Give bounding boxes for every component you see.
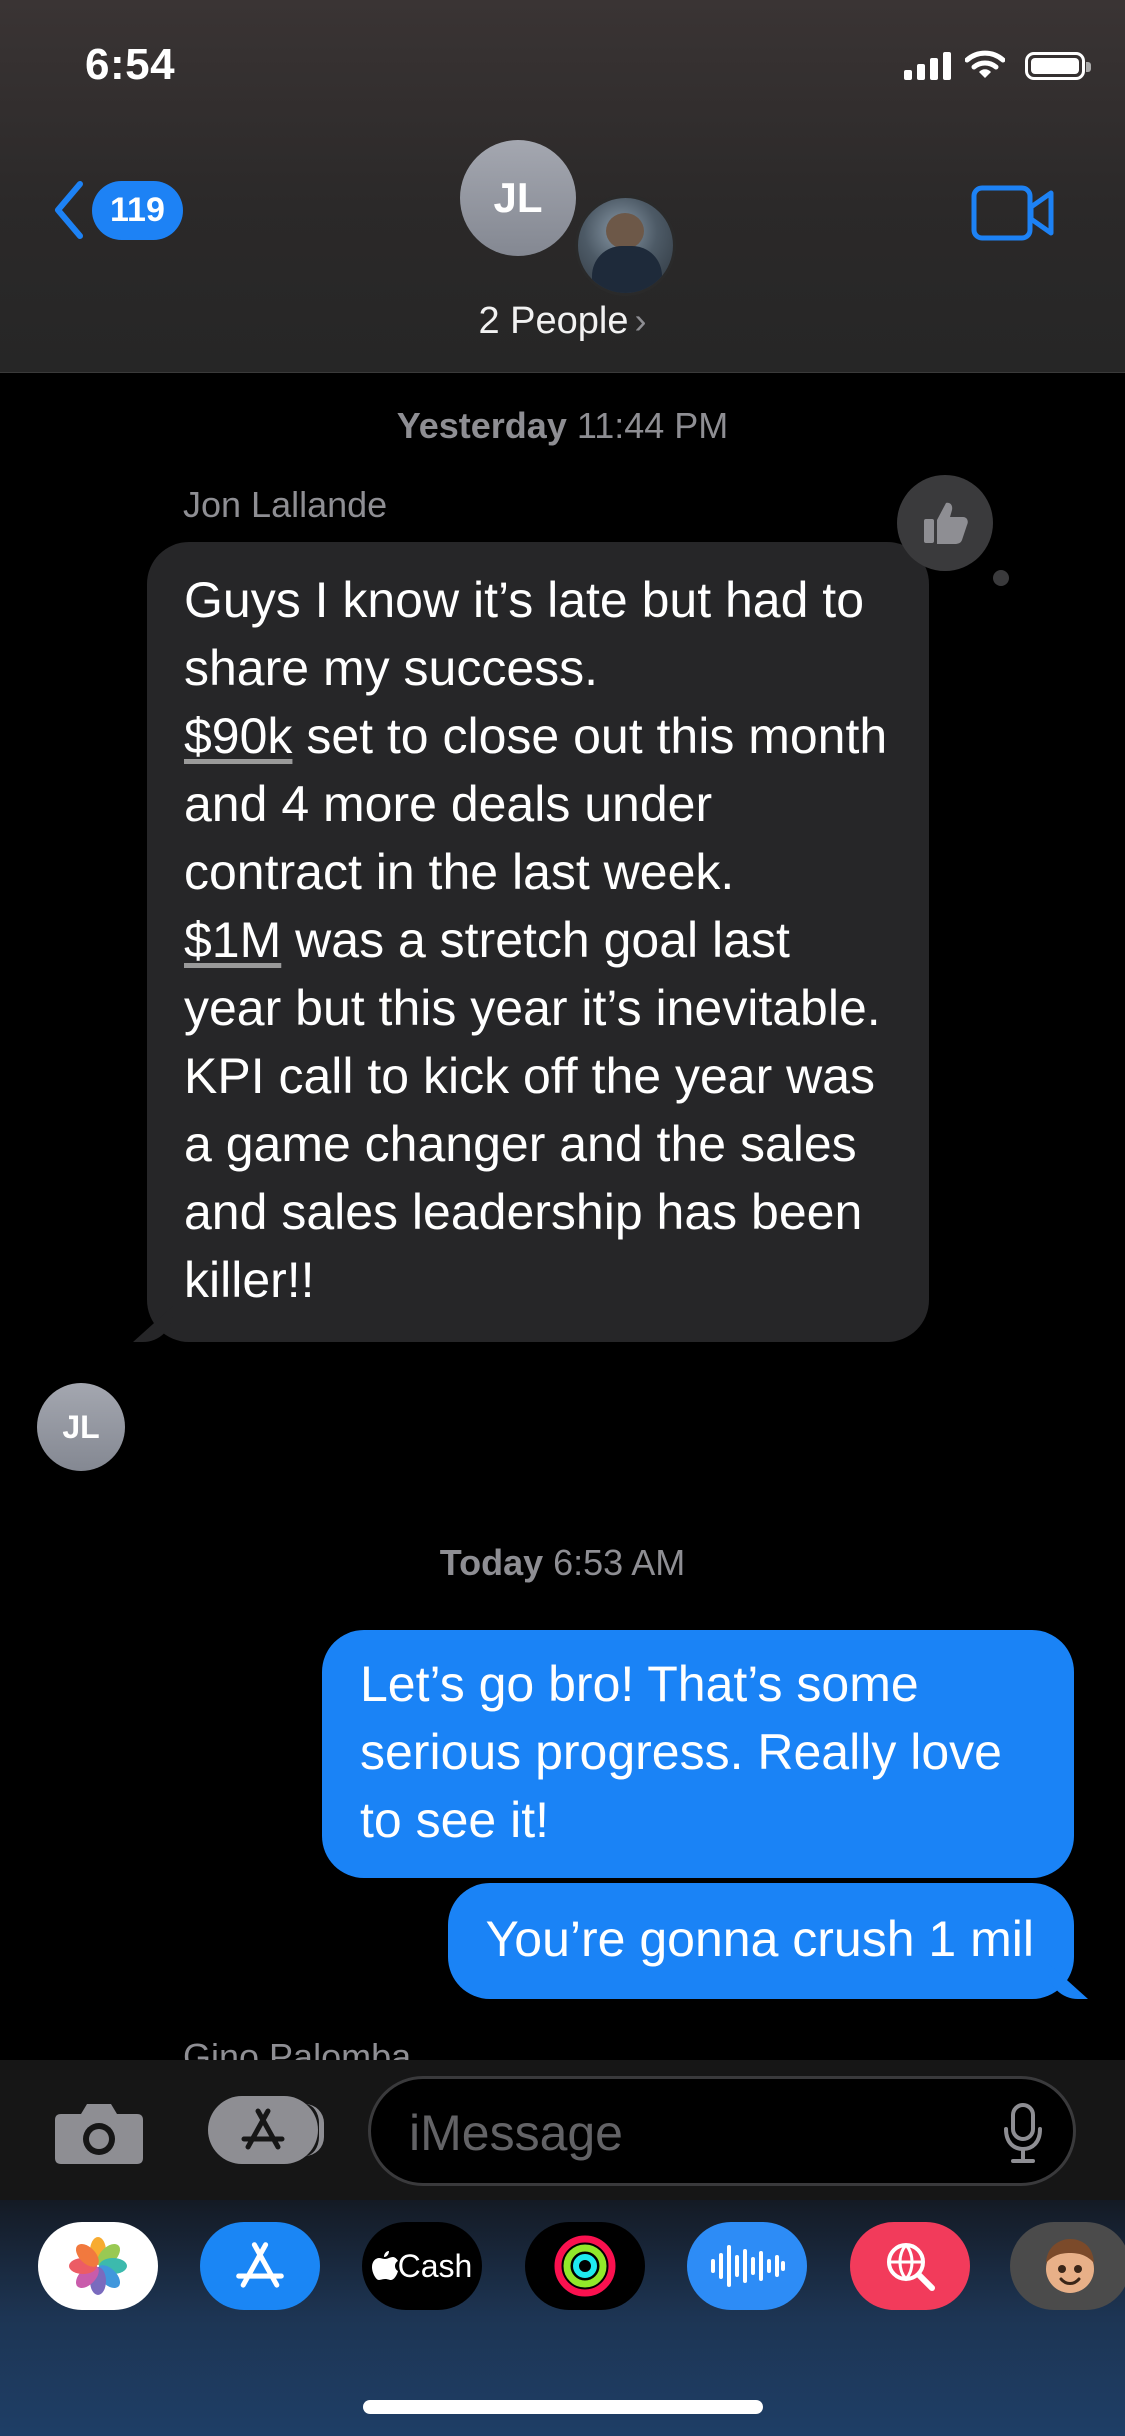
tapback-tail [993, 570, 1009, 586]
video-camera-icon [971, 185, 1054, 241]
web-images-button[interactable] [850, 2222, 970, 2310]
activity-app-button[interactable] [525, 2222, 645, 2310]
message-text: KPI call to kick off the year was a game… [184, 1048, 876, 1308]
member-photo-avatar[interactable] [575, 195, 676, 296]
message-text: was a stretch goal last year but this ye… [184, 912, 881, 1036]
home-indicator[interactable] [363, 2400, 763, 2414]
timestamp-time: 11:44 PM [576, 405, 729, 446]
unread-count-badge: 119 [92, 180, 183, 240]
timestamp-yesterday: Yesterday 11:44 PM [0, 405, 1125, 447]
money-amount-link[interactable]: $1M [184, 912, 281, 968]
memoji-face-icon [1046, 2239, 1094, 2293]
wifi-icon [965, 50, 1005, 78]
apple-cash-button[interactable]: Cash [362, 2222, 482, 2310]
photos-app-button[interactable] [38, 2222, 158, 2310]
timestamp-time: 6:53 AM [553, 1542, 686, 1583]
chevron-right-icon: › [634, 300, 647, 341]
back-button[interactable]: 119 [52, 180, 183, 240]
group-title-label: 2 People [478, 300, 629, 342]
sender-avatar[interactable]: JL [37, 1383, 125, 1471]
status-icons [904, 50, 1091, 80]
conversation-header: 6:54 119 JL 2 People › [0, 0, 1125, 373]
cellular-signal-icon [904, 50, 951, 80]
microphone-icon [1004, 2103, 1042, 2163]
battery-icon [1025, 52, 1091, 80]
group-title[interactable]: 2 People › [0, 300, 1125, 343]
app-store-icon [236, 2242, 284, 2288]
camera-button[interactable] [53, 2100, 145, 2171]
app-store-icon [241, 2108, 285, 2150]
message-input-field[interactable] [368, 2076, 1076, 2186]
thumbs-up-icon [924, 502, 968, 544]
memoji-stickers-button[interactable] [1010, 2222, 1125, 2310]
outgoing-message-bubble[interactable]: You’re gonna crush 1 mil [447, 1883, 1074, 1999]
status-time: 6:54 [85, 40, 176, 89]
message-text: Guys I know it’s late but had to share m… [184, 572, 865, 696]
incoming-message-bubble[interactable]: Guys I know it’s late but had to share m… [147, 542, 929, 1342]
audio-message-button[interactable] [687, 2222, 807, 2310]
timestamp-day: Yesterday [396, 405, 567, 446]
apple-logo-icon [371, 2251, 398, 2280]
camera-icon [55, 2104, 143, 2164]
activity-rings-icon [554, 2235, 616, 2297]
photos-flower-icon [69, 2237, 127, 2295]
apple-cash-label: Cash [397, 2247, 473, 2284]
thumbs-up-tapback[interactable] [897, 475, 993, 571]
apps-button[interactable] [208, 2096, 324, 2164]
waveform-icon [711, 2245, 785, 2287]
facetime-video-button[interactable] [971, 185, 1055, 246]
compose-bar [0, 2060, 1125, 2200]
globe-search-icon [887, 2243, 935, 2291]
chevron-left-icon [55, 181, 83, 239]
imessage-input[interactable] [407, 2097, 971, 2169]
app-store-button[interactable] [200, 2222, 320, 2310]
outgoing-message-bubble[interactable]: Let’s go bro! That’s some serious progre… [322, 1630, 1074, 1878]
sender-name: Jon Lallande [183, 484, 388, 525]
dictation-button[interactable] [1003, 2101, 1043, 2170]
timestamp-today: Today 6:53 AM [0, 1542, 1125, 1584]
money-amount-link[interactable]: $90k [184, 708, 292, 764]
group-avatar[interactable]: JL [460, 140, 576, 256]
timestamp-day: Today [439, 1542, 544, 1583]
